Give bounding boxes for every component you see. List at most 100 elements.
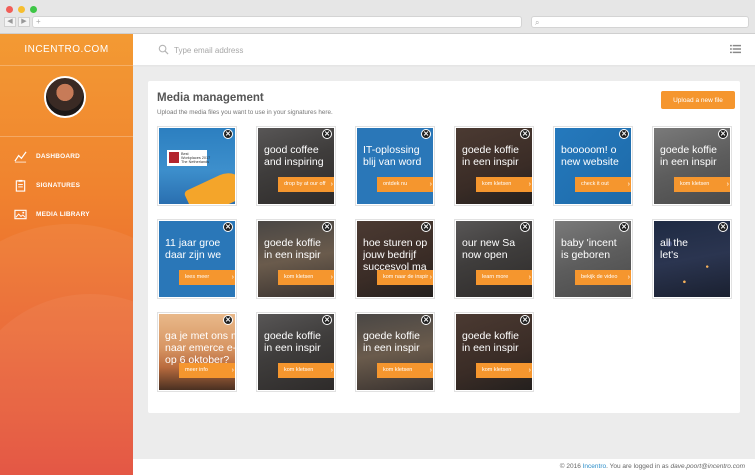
url-bar[interactable]: + — [32, 16, 522, 28]
forward-icon[interactable]: ▶ — [18, 17, 30, 27]
media-thumbnail: goede koffie in een inspir kom kletsen — [258, 221, 334, 297]
media-tile[interactable]: Best Workplaces 2017 The Netherlands ✕ — [157, 126, 237, 206]
tile-headline: ga je met ons m naar emerce e- op 6 okto… — [165, 330, 235, 366]
media-thumbnail: goede koffie in een inspir kom kletsen — [654, 128, 730, 204]
tile-cta-label: learn more — [476, 270, 532, 285]
tile-headline: booooom! o new website — [561, 144, 619, 168]
delete-file-icon[interactable]: ✕ — [421, 315, 431, 325]
browser-nav: ◀ ▶ — [4, 17, 30, 27]
upload-file-button[interactable]: Upload a new file — [661, 91, 735, 109]
media-thumbnail: IT-oplossing blij van word ontdek nu — [357, 128, 433, 204]
delete-file-icon[interactable]: ✕ — [322, 129, 332, 139]
browser-search[interactable]: ⌕ — [531, 16, 749, 28]
sidebar-item-signatures[interactable]: SIGNATURES — [0, 171, 133, 200]
media-thumbnail: goede koffie in een inspir kom kletsen — [456, 314, 532, 390]
media-tile[interactable]: goede koffie in een inspir kom kletsen ✕ — [256, 312, 336, 392]
search-icon — [158, 44, 169, 55]
media-tile[interactable]: our new Sa now open learn more ✕ — [454, 219, 534, 299]
media-thumbnail: Best Workplaces 2017 The Netherlands — [159, 128, 235, 204]
footer-user-email: dave.poort@incentro.com — [670, 463, 745, 470]
delete-file-icon[interactable]: ✕ — [718, 129, 728, 139]
footer-login-text: . You are logged in as — [606, 463, 671, 470]
delete-file-icon[interactable]: ✕ — [619, 129, 629, 139]
award-text: Best Workplaces 2017 The Netherlands — [181, 152, 211, 164]
tile-headline: goede koffie in een inspir — [264, 237, 322, 261]
main-content: Media management Upload the media files … — [133, 67, 755, 459]
tile-cta-label: kom kletsen — [674, 177, 730, 192]
brand-logo[interactable]: INCENTRO.COM — [0, 34, 133, 66]
tile-headline: 11 jaar groe daar zijn we — [165, 237, 222, 261]
media-tile[interactable]: goede koffie in een inspir kom kletsen ✕ — [454, 126, 534, 206]
media-tile[interactable]: good coffee and inspiring drop by at our … — [256, 126, 336, 206]
clipboard-icon — [15, 179, 26, 192]
award-logo-icon — [169, 152, 179, 163]
tile-cta-label: kom kletsen — [476, 177, 532, 192]
media-tile[interactable]: goede koffie in een inspir kom kletsen ✕ — [454, 312, 534, 392]
delete-file-icon[interactable]: ✕ — [520, 222, 530, 232]
tile-cta-label: meer info — [179, 363, 235, 378]
tile-headline: IT-oplossing blij van word — [363, 144, 422, 168]
delete-file-icon[interactable]: ✕ — [421, 129, 431, 139]
media-tile[interactable]: goede koffie in een inspir kom kletsen ✕ — [256, 219, 336, 299]
media-thumbnail: goede koffie in een inspir kom kletsen — [456, 128, 532, 204]
tile-headline: goede koffie in een inspir — [462, 330, 520, 354]
sidebar-item-label: SIGNATURES — [36, 182, 81, 189]
tile-cta-label: kom kletsen — [278, 270, 334, 285]
media-tile[interactable]: all the let's ✕ — [652, 219, 732, 299]
footer-copyright: © 2016 — [559, 463, 583, 470]
delete-file-icon[interactable]: ✕ — [322, 315, 332, 325]
tile-cta-label: ontdek nu — [377, 177, 433, 192]
award-badge: Best Workplaces 2017 The Netherlands — [167, 150, 211, 166]
media-thumbnail: all the let's — [654, 221, 730, 297]
tile-cta-label: kom kletsen — [377, 363, 433, 378]
avatar[interactable] — [44, 76, 86, 118]
tile-cta-label: kom kletsen — [476, 363, 532, 378]
delete-file-icon[interactable]: ✕ — [520, 315, 530, 325]
delete-file-icon[interactable]: ✕ — [322, 222, 332, 232]
back-icon[interactable]: ◀ — [4, 17, 16, 27]
list-view-icon[interactable] — [730, 44, 741, 54]
maximize-window-dot[interactable] — [30, 6, 37, 13]
delete-file-icon[interactable]: ✕ — [718, 222, 728, 232]
delete-file-icon[interactable]: ✕ — [520, 129, 530, 139]
media-tile[interactable]: goede koffie in een inspir kom kletsen ✕ — [355, 312, 435, 392]
tile-headline: goede koffie in een inspir — [462, 144, 520, 168]
media-tile[interactable]: IT-oplossing blij van word ontdek nu ✕ — [355, 126, 435, 206]
media-tile[interactable]: goede koffie in een inspir kom kletsen ✕ — [652, 126, 732, 206]
media-tile[interactable]: 11 jaar groe daar zijn we lees meer ✕ — [157, 219, 237, 299]
decorative-shape — [183, 166, 235, 204]
delete-file-icon[interactable]: ✕ — [223, 222, 233, 232]
footer-company-link[interactable]: Incentro — [583, 463, 607, 470]
chart-line-icon — [14, 151, 27, 163]
media-tile[interactable]: hoe sturen op jouw bedrijf succesvol ma k… — [355, 219, 435, 299]
page-subtitle: Upload the media files you want to use i… — [157, 109, 333, 116]
delete-file-icon[interactable]: ✕ — [223, 315, 233, 325]
tile-headline: goede koffie in een inspir — [264, 330, 322, 354]
media-tile[interactable]: baby 'incent is geboren bekijk de video ✕ — [553, 219, 633, 299]
sidebar-item-label: MEDIA LIBRARY — [36, 211, 90, 218]
email-search-input[interactable] — [174, 42, 474, 58]
sidebar: INCENTRO.COM DASHBOARD SIGNATURES MEDIA … — [0, 34, 133, 475]
media-tile[interactable]: booooom! o new website check it out ✕ — [553, 126, 633, 206]
tile-headline: goede koffie in een inspir — [660, 144, 718, 168]
media-tile[interactable]: ga je met ons m naar emerce e- op 6 okto… — [157, 312, 237, 392]
tile-headline: baby 'incent is geboren — [561, 237, 617, 261]
close-window-dot[interactable] — [6, 6, 13, 13]
window-controls — [6, 6, 37, 13]
sidebar-item-dashboard[interactable]: DASHBOARD — [0, 142, 133, 171]
tile-cta-label: kom naar de inspir — [377, 270, 433, 285]
tile-headline: all the let's — [660, 237, 689, 261]
delete-file-icon[interactable]: ✕ — [223, 129, 233, 139]
tile-cta-label: bekijk de video — [575, 270, 631, 285]
delete-file-icon[interactable]: ✕ — [421, 222, 431, 232]
browser-chrome: ◀ ▶ + ⌕ — [0, 0, 755, 34]
sidebar-item-label: DASHBOARD — [36, 153, 81, 160]
tile-cta-label: lees meer — [179, 270, 235, 285]
sidebar-item-media-library[interactable]: MEDIA LIBRARY — [0, 200, 133, 229]
minimize-window-dot[interactable] — [18, 6, 25, 13]
tile-headline: good coffee and inspiring — [264, 144, 324, 168]
media-thumbnail: hoe sturen op jouw bedrijf succesvol ma k… — [357, 221, 433, 297]
media-thumbnail: booooom! o new website check it out — [555, 128, 631, 204]
tile-cta-label: kom kletsen — [278, 363, 334, 378]
delete-file-icon[interactable]: ✕ — [619, 222, 629, 232]
